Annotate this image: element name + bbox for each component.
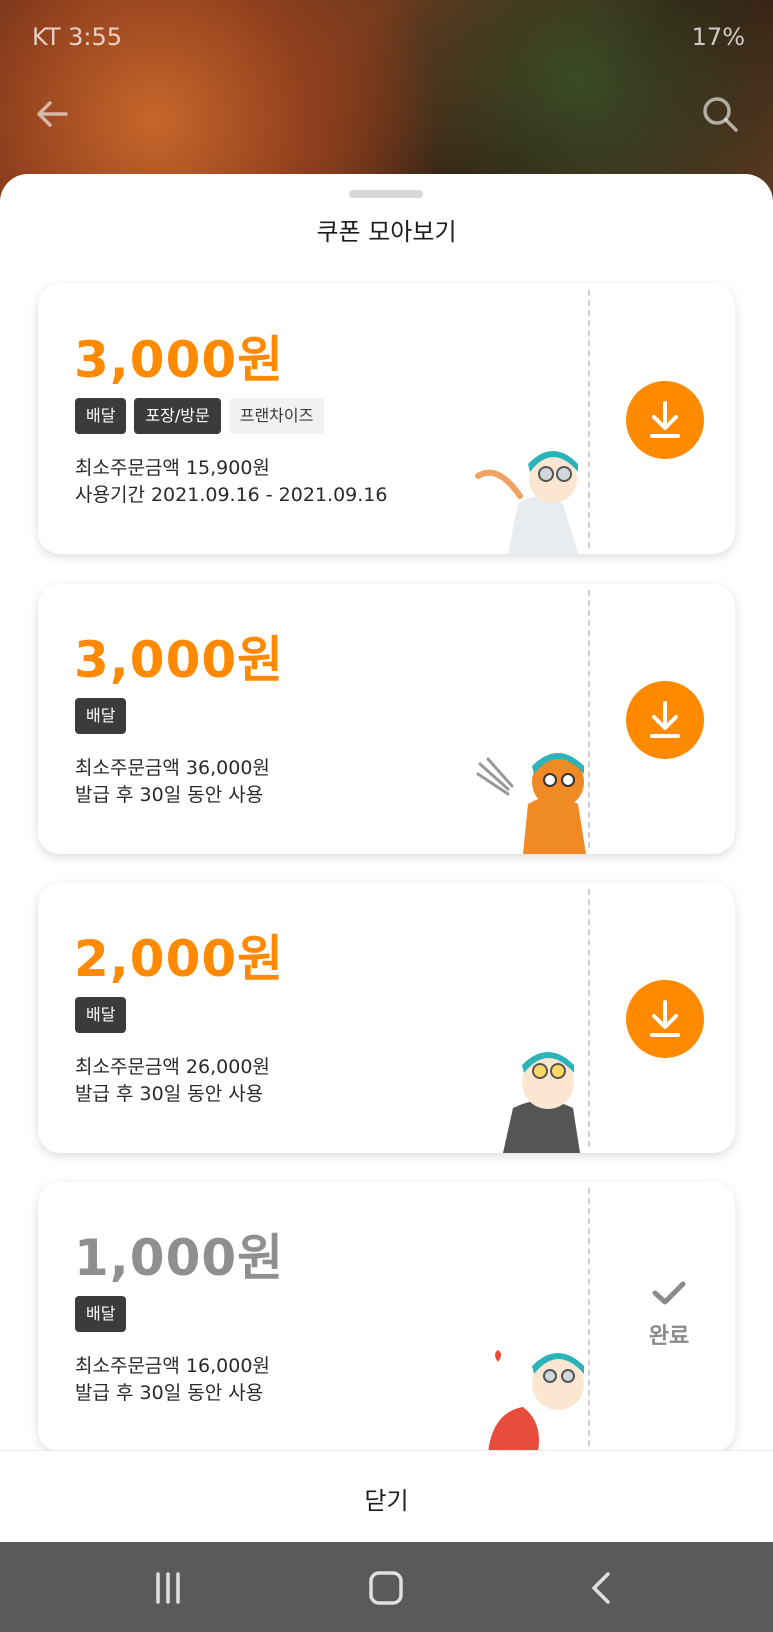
coupon-min-order: 최소주문금액 16,000원	[75, 1355, 270, 1377]
system-navigation-bar	[0, 1542, 773, 1632]
coupon-card: 1,000원 배달 최소주문금액 16,000원 발급 후 30일 동안 사용 …	[38, 1182, 735, 1452]
coupon-tags: 배달	[75, 997, 127, 1033]
coupon-tag: 배달	[75, 1296, 127, 1332]
chevron-left-icon[interactable]	[582, 1568, 622, 1608]
coupon-tag: 배달	[75, 698, 127, 734]
status-bar: KT 3:55 17%	[32, 20, 745, 54]
character-illustration	[476, 753, 586, 854]
coupon-tags: 배달 포장/방문 프랜차이즈	[75, 398, 325, 434]
coupon-period: 발급 후 30일 동안 사용	[75, 1382, 264, 1404]
coupon-tags: 배달	[75, 1296, 127, 1332]
coupon-period: 발급 후 30일 동안 사용	[75, 1083, 264, 1105]
download-icon	[650, 401, 680, 438]
coupon-period: 발급 후 30일 동안 사용	[75, 784, 264, 806]
coupon-amount: 2,000원	[74, 930, 285, 988]
coupon-min-order: 최소주문금액 15,900원	[75, 457, 270, 479]
coupon-amount: 1,000원	[74, 1229, 285, 1287]
coupon-amount: 3,000원	[74, 331, 285, 389]
coupon-min-order: 최소주문금액 36,000원	[75, 757, 270, 779]
arrow-left-icon[interactable]	[30, 92, 74, 136]
coupon-tags: 배달	[75, 698, 127, 734]
download-coupon-button[interactable]	[626, 681, 704, 759]
coupon-tag: 배달	[75, 398, 127, 434]
check-icon	[652, 1281, 686, 1305]
coupon-period: 사용기간 2021.09.16 - 2021.09.16	[75, 484, 388, 506]
coupon-card: 2,000원 배달 최소주문금액 26,000원 발급 후 30일 동안 사용	[38, 883, 735, 1153]
coupon-tag: 배달	[75, 997, 127, 1033]
download-complete-status: 완료	[626, 1278, 712, 1350]
coupon-card: 3,000원 배달 최소주문금액 36,000원 발급 후 30일 동안 사용	[38, 584, 735, 854]
close-sheet-button[interactable]: 닫기	[0, 1450, 773, 1543]
download-icon	[650, 1000, 680, 1037]
status-battery: 17%	[691, 23, 745, 51]
coupon-tag: 프랜차이즈	[228, 398, 325, 434]
coupon-card: 3,000원 배달 포장/방문 프랜차이즈 최소주문금액 15,900원 사용기…	[38, 284, 735, 554]
character-illustration	[503, 1052, 580, 1153]
download-icon	[650, 701, 680, 738]
recents-icon[interactable]	[148, 1568, 188, 1608]
coupon-min-order: 최소주문금액 26,000원	[75, 1056, 270, 1078]
close-sheet-label: 닫기	[364, 1487, 409, 1515]
character-illustration	[488, 1350, 584, 1452]
sheet-title: 쿠폰 모아보기	[316, 218, 457, 246]
download-coupon-button[interactable]	[626, 980, 704, 1058]
character-illustration	[475, 451, 578, 554]
status-carrier-time: KT 3:55	[32, 23, 123, 51]
search-icon[interactable]	[698, 92, 742, 136]
sheet-drag-handle[interactable]	[349, 190, 423, 198]
download-coupon-button[interactable]	[626, 381, 704, 459]
coupon-tag: 포장/방문	[134, 398, 221, 434]
coupon-amount: 3,000원	[74, 631, 285, 689]
download-complete-label: 완료	[648, 1324, 690, 1349]
home-icon[interactable]	[366, 1568, 406, 1608]
